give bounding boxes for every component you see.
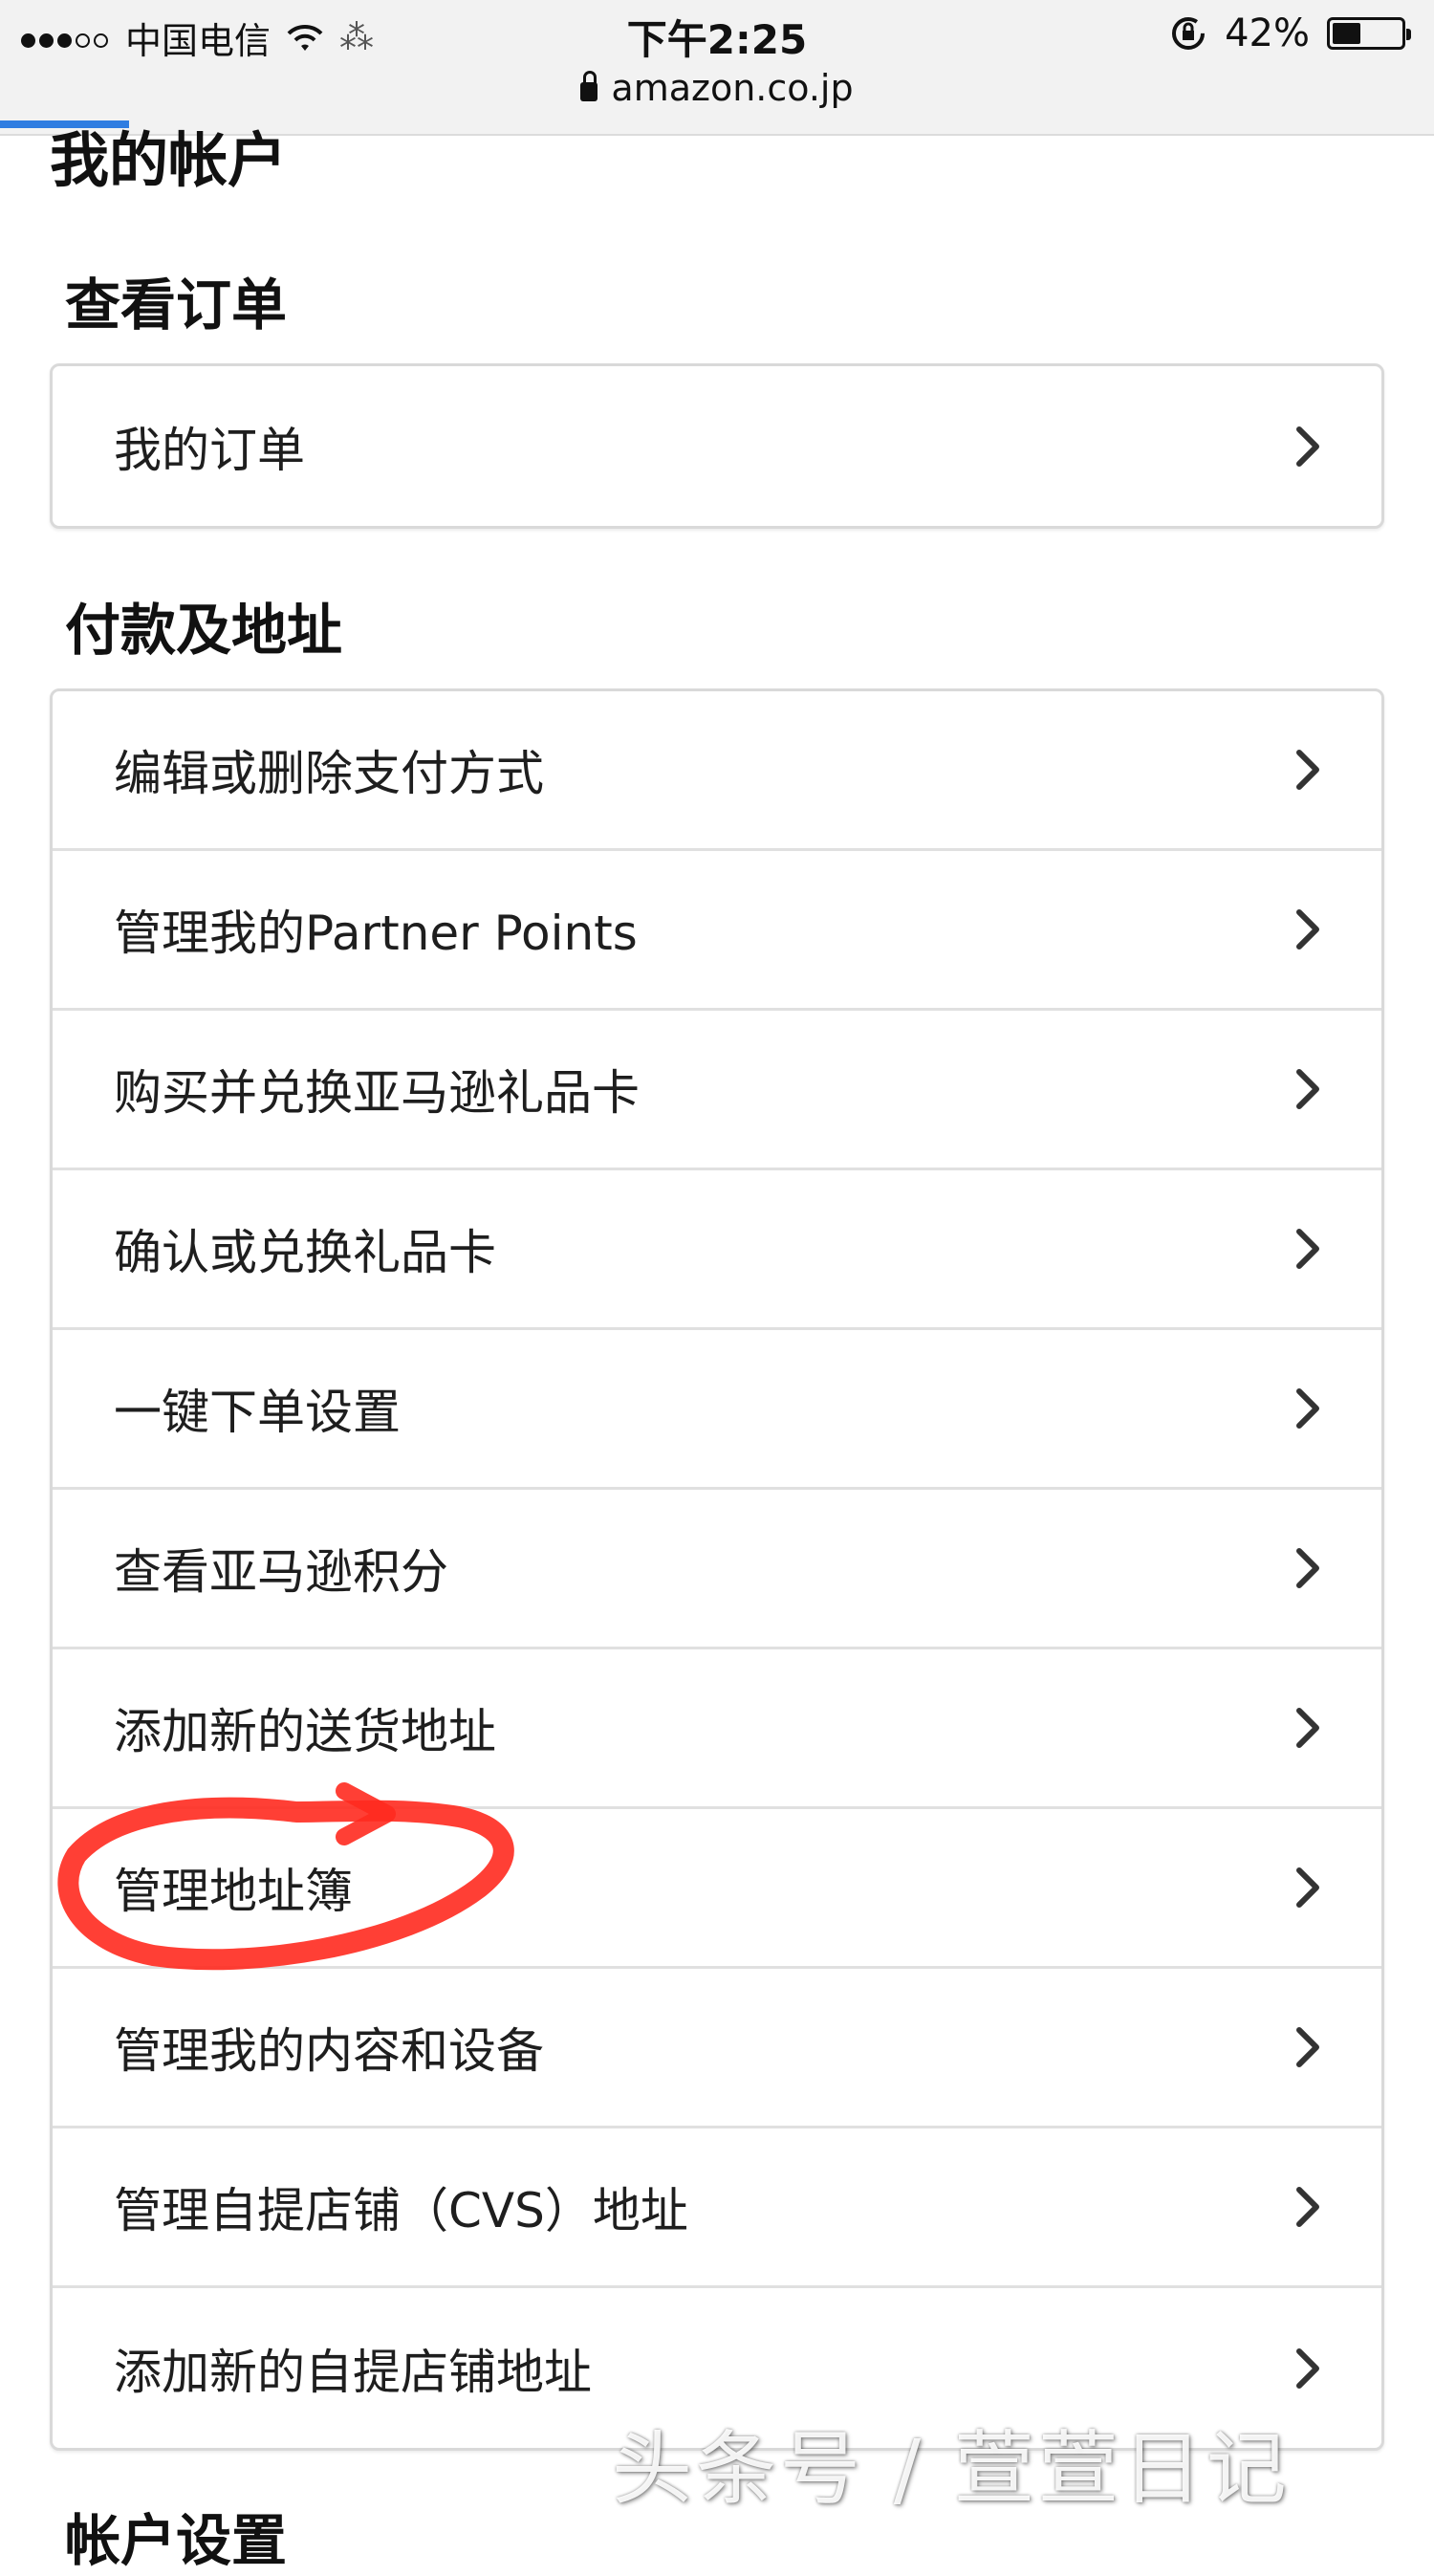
chevron-right-icon [1296, 1388, 1319, 1429]
menu-item-label: 购买并兑换亚马逊礼品卡 [114, 1065, 640, 1121]
menu-item-label: 确认或兑换礼品卡 [114, 1225, 496, 1280]
menu-item-payment-methods[interactable]: 编辑或删除支付方式 [53, 691, 1381, 851]
address-bar[interactable]: amazon.co.jp [0, 67, 1434, 109]
watermark: 头条号 / 萱萱日记 [612, 2422, 1291, 2516]
section-title-orders: 查看订单 [65, 273, 288, 338]
menu-item-label: 管理我的Partner Points [114, 906, 638, 961]
menu-item-label: 管理自提店铺（CVS）地址 [114, 2183, 688, 2238]
battery-percent: 42% [1225, 11, 1310, 55]
menu-item-label: 管理我的内容和设备 [114, 2023, 544, 2079]
battery-fill [1333, 23, 1360, 44]
payment-card: 编辑或删除支付方式 管理我的Partner Points 购买并兑换亚马逊礼品卡… [50, 688, 1384, 2451]
status-right: 42% [1169, 11, 1411, 55]
section-title-account-settings: 帐户设置 [65, 2508, 288, 2573]
menu-item-label: 添加新的送货地址 [114, 1704, 496, 1759]
menu-item-one-click-settings[interactable]: 一键下单设置 [53, 1330, 1381, 1490]
section-title-payment: 付款及地址 [65, 598, 343, 663]
menu-item-content-devices[interactable]: 管理我的内容和设备 [53, 1969, 1381, 2128]
menu-item-label: 一键下单设置 [114, 1385, 401, 1440]
chevron-right-icon [1296, 1548, 1319, 1588]
menu-item-label: 编辑或删除支付方式 [114, 746, 544, 801]
menu-item-add-shipping-address[interactable]: 添加新的送货地址 [53, 1649, 1381, 1809]
menu-item-label: 添加新的自提店铺地址 [114, 2344, 592, 2400]
page-title: 我的帐户 [50, 125, 288, 191]
menu-item-label: 管理地址簿 [114, 1864, 353, 1919]
chevron-right-icon [1296, 1867, 1319, 1908]
chevron-right-icon [1296, 1229, 1319, 1269]
chevron-right-icon [1296, 1069, 1319, 1109]
chevron-right-icon [1296, 2347, 1319, 2389]
menu-item-amazon-points[interactable]: 查看亚马逊积分 [53, 1490, 1381, 1649]
chevron-right-icon [1296, 2187, 1319, 2227]
menu-item-redeem-gift-card[interactable]: 确认或兑换礼品卡 [53, 1170, 1381, 1330]
chevron-right-icon [1296, 750, 1319, 790]
menu-item-my-orders[interactable]: 我的订单 [53, 366, 1381, 526]
chevron-right-icon [1296, 909, 1319, 950]
orders-card: 我的订单 [50, 363, 1384, 529]
chevron-right-icon [1296, 1708, 1319, 1748]
url-text: amazon.co.jp [611, 67, 854, 109]
rotation-lock-icon [1172, 17, 1206, 50]
battery-icon [1327, 17, 1411, 50]
menu-item-label: 查看亚马逊积分 [114, 1544, 448, 1600]
chevron-right-icon [1296, 2027, 1319, 2067]
menu-item-manage-address-book[interactable]: 管理地址簿 [53, 1809, 1381, 1969]
lock-icon [580, 71, 598, 101]
chevron-right-icon [1296, 426, 1319, 467]
menu-item-cvs-address[interactable]: 管理自提店铺（CVS）地址 [53, 2128, 1381, 2288]
menu-item-buy-gift-card[interactable]: 购买并兑换亚马逊礼品卡 [53, 1011, 1381, 1170]
menu-item-label: 我的订单 [114, 422, 305, 478]
menu-item-partner-points[interactable]: 管理我的Partner Points [53, 851, 1381, 1011]
